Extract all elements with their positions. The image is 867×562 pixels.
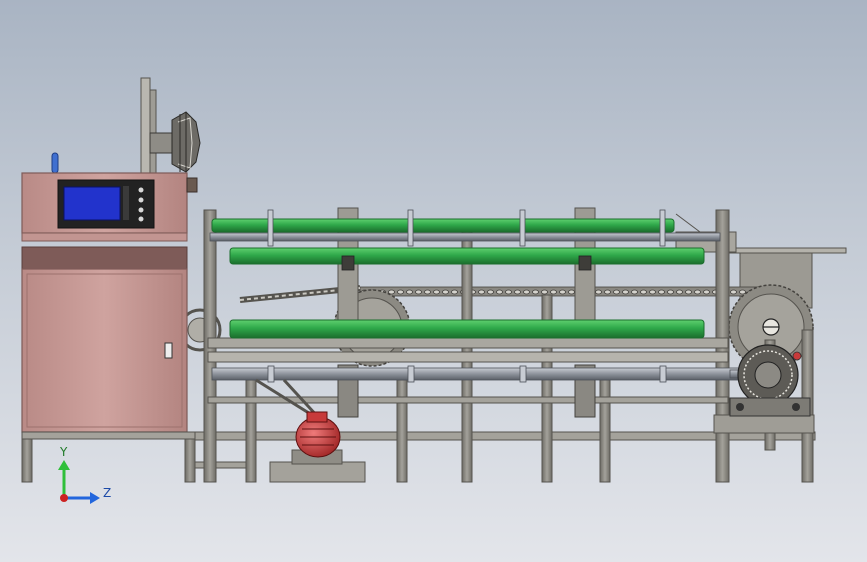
wire-reel xyxy=(140,77,201,177)
drive-chain xyxy=(239,285,781,303)
machine-drawing: Y Z xyxy=(21,77,847,504)
cad-viewport[interactable]: Y Z xyxy=(0,0,867,562)
green-roller-top xyxy=(211,218,675,233)
green-roller-bottom xyxy=(229,319,705,339)
cabinet-handle xyxy=(164,342,173,359)
green-roller-middle xyxy=(229,247,705,265)
y-axis-label: Y xyxy=(59,445,68,459)
touch-screen xyxy=(57,179,155,229)
upper-shaft xyxy=(209,232,721,242)
indicator-light xyxy=(51,152,59,174)
control-cabinet xyxy=(21,152,198,483)
lower-shaft xyxy=(211,367,759,381)
coordinate-triad: Y Z xyxy=(58,445,111,504)
triad-origin xyxy=(60,494,68,502)
z-axis-label: Z xyxy=(103,486,111,500)
